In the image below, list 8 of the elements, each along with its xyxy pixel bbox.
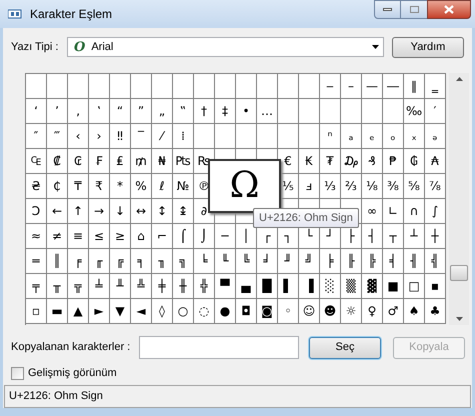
status-bar: U+2126: Ohm Sign	[4, 384, 471, 408]
advanced-label: Gelişmiş görünüm	[28, 366, 117, 381]
window-title: Karakter Eşlem	[30, 6, 112, 23]
magnified-character-tooltip: Ω	[208, 159, 281, 213]
font-label: Yazı Tipi :	[11, 40, 60, 55]
tooltip: U+2126: Ohm Sign	[253, 208, 359, 228]
font-type-icon: O	[74, 40, 86, 54]
copy-label: Kopyalanan karakterler :	[11, 340, 132, 356]
